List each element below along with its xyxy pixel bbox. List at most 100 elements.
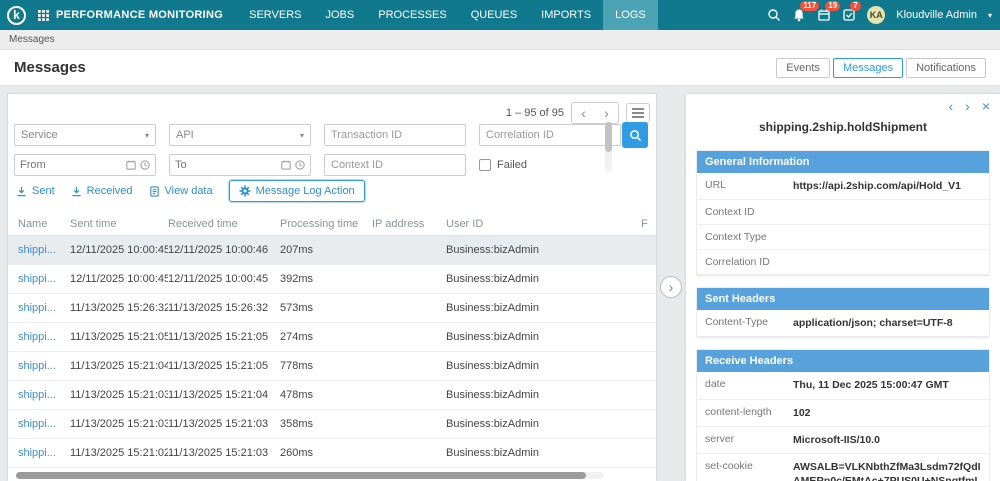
message-log-action-label: Message Log Action bbox=[255, 185, 355, 197]
column-header-sent-time[interactable]: Sent time bbox=[70, 218, 168, 230]
table-row[interactable]: shippi... 11/13/2025 15:21:03 11/13/2025 1… bbox=[8, 381, 656, 410]
tasks-icon[interactable]: 7 bbox=[842, 1, 861, 22]
received-time-cell: 11/13/2025 15:21:04 bbox=[168, 389, 269, 401]
table-row[interactable]: shippi... 11/13/2025 15:21:05 11/13/2025 1… bbox=[8, 323, 656, 352]
message-name-link[interactable]: shippi... bbox=[18, 331, 56, 343]
table-row[interactable]: shippi... 11/13/2025 15:21:02 11/13/2025 1… bbox=[8, 439, 656, 468]
user-menu-chevron-down-icon[interactable]: ▾ bbox=[988, 11, 992, 20]
view-data-label: View data bbox=[164, 185, 213, 197]
horizontal-scrollbar[interactable] bbox=[16, 472, 604, 479]
nav-item-imports[interactable]: IMPORTS bbox=[529, 0, 603, 30]
pagination-range: 1 – 95 of 95 bbox=[505, 107, 564, 119]
detail-title: shipping.2ship.holdShipment bbox=[759, 120, 927, 134]
table-row[interactable]: shippi... 12/11/2025 10:00:45 12/11/2025 1… bbox=[8, 236, 656, 265]
notifications-bell-icon[interactable]: 117 bbox=[792, 1, 820, 22]
column-header-processing-time[interactable]: Processing time bbox=[280, 218, 372, 230]
calendar-icon[interactable]: 19 bbox=[817, 1, 841, 22]
user-id-cell: Business:bizAdmin bbox=[446, 273, 539, 285]
sent-time-cell: 12/11/2025 10:00:45 bbox=[70, 273, 168, 285]
processing-time-cell: 392ms bbox=[280, 273, 314, 285]
breadcrumb[interactable]: Messages bbox=[9, 34, 55, 45]
search-icon[interactable] bbox=[767, 8, 781, 22]
field-row: Content-Type application/json; charset=UT… bbox=[697, 310, 989, 337]
message-log-action-button[interactable]: Message Log Action bbox=[228, 180, 365, 202]
nav-menu: SERVERS JOBS PROCESSES QUEUES IMPORTS LOGS bbox=[237, 0, 658, 30]
user-name[interactable]: Kloudville Admin bbox=[896, 9, 977, 21]
failed-checkbox[interactable] bbox=[479, 159, 491, 171]
sent-time-cell: 12/11/2025 10:00:45 bbox=[70, 244, 168, 256]
message-name-link[interactable]: shippi... bbox=[18, 302, 56, 314]
field-value: application/json; charset=UTF-8 bbox=[793, 317, 953, 330]
received-download-button[interactable]: Received bbox=[71, 185, 133, 197]
tab-events[interactable]: Events bbox=[776, 57, 830, 78]
collapse-detail-button[interactable]: › bbox=[660, 276, 682, 298]
sent-download-button[interactable]: Sent bbox=[16, 185, 55, 197]
search-button[interactable] bbox=[622, 122, 648, 148]
name-cell: shippi... bbox=[18, 244, 70, 256]
received-label: Received bbox=[86, 185, 133, 197]
table-row[interactable]: shippi... 12/11/2025 10:00:45 12/11/2025 1… bbox=[8, 265, 656, 294]
from-date-input[interactable] bbox=[20, 159, 122, 171]
nav-item-queues[interactable]: QUEUES bbox=[459, 0, 529, 30]
to-date-input[interactable] bbox=[175, 159, 277, 171]
pagination: 1 – 95 of 95 ‹ › bbox=[506, 102, 650, 124]
processing-time-cell: 207ms bbox=[280, 244, 314, 256]
detail-next-button[interactable]: › bbox=[965, 99, 970, 113]
message-name-link[interactable]: shippi... bbox=[18, 244, 56, 256]
to-date-field[interactable] bbox=[169, 154, 311, 176]
tab-messages[interactable]: Messages bbox=[832, 57, 904, 78]
column-header-ip-address[interactable]: IP address bbox=[372, 218, 446, 230]
list-toolbar: Sent Received View data Message Log Acti… bbox=[16, 180, 365, 202]
name-cell: shippi... bbox=[18, 447, 70, 459]
service-select[interactable]: Service ▾ bbox=[14, 124, 156, 146]
detail-close-icon[interactable]: × bbox=[982, 99, 990, 113]
nav-item-processes[interactable]: PROCESSES bbox=[366, 0, 458, 30]
message-name-link[interactable]: shippi... bbox=[18, 360, 56, 372]
scrollbar-thumb[interactable] bbox=[16, 472, 587, 479]
nav-item-logs[interactable]: LOGS bbox=[603, 0, 658, 30]
detail-prev-button[interactable]: ‹ bbox=[948, 99, 953, 113]
view-data-button[interactable]: View data bbox=[149, 185, 213, 197]
list-menu-button[interactable] bbox=[626, 103, 650, 123]
app-logo[interactable]: k bbox=[7, 5, 26, 25]
failed-checkbox-label: Failed bbox=[497, 159, 527, 171]
message-name-link[interactable]: shippi... bbox=[18, 389, 56, 401]
clock-icon bbox=[295, 160, 305, 170]
prev-page-button[interactable]: ‹ bbox=[572, 103, 595, 123]
user-id-cell: Business:bizAdmin bbox=[446, 244, 539, 256]
field-row: server Microsoft-IIS/10.0 bbox=[697, 426, 989, 454]
message-name-link[interactable]: shippi... bbox=[18, 418, 56, 430]
column-header-received-time[interactable]: Received time bbox=[168, 218, 280, 230]
table-row[interactable]: shippi... 11/13/2025 15:21:03 11/13/2025 1… bbox=[8, 410, 656, 439]
nav-item-jobs[interactable]: JOBS bbox=[314, 0, 367, 30]
next-page-button[interactable]: › bbox=[595, 103, 618, 123]
context-id-input[interactable] bbox=[324, 154, 466, 176]
nav-item-servers[interactable]: SERVERS bbox=[237, 0, 313, 30]
message-name-link[interactable]: shippi... bbox=[18, 447, 56, 459]
column-header-user-id[interactable]: User ID bbox=[446, 218, 641, 230]
processing-time-cell: 573ms bbox=[280, 302, 314, 314]
name-cell: shippi... bbox=[18, 273, 70, 285]
transaction-id-input[interactable] bbox=[324, 124, 466, 146]
table-row[interactable]: shippi... 11/13/2025 15:26:32 11/13/2025 1… bbox=[8, 294, 656, 323]
sent-time-cell: 11/13/2025 15:21:05 bbox=[70, 331, 168, 343]
user-id-cell: Business:bizAdmin bbox=[446, 331, 539, 343]
scrollbar-thumb[interactable] bbox=[605, 122, 612, 152]
sent-time-cell: 11/13/2025 15:21:03 bbox=[70, 389, 168, 401]
received-time-cell: 11/13/2025 15:21:03 bbox=[168, 418, 269, 430]
user-id-cell: Business:bizAdmin bbox=[446, 447, 539, 459]
table-row[interactable]: shippi... 11/13/2025 15:21:04 11/13/2025 1… bbox=[8, 352, 656, 381]
search-icon bbox=[629, 129, 641, 141]
detail-sections: General Information URL https://api.2ship.… bbox=[696, 150, 990, 481]
message-name-link[interactable]: shippi... bbox=[18, 273, 56, 285]
column-header-f[interactable]: F bbox=[641, 218, 656, 230]
correlation-id-input[interactable] bbox=[479, 124, 621, 146]
sent-time-cell: 11/13/2025 15:21:03 bbox=[70, 418, 168, 430]
apps-grid-icon[interactable] bbox=[38, 9, 49, 21]
column-header-name[interactable]: Name bbox=[18, 218, 70, 230]
from-date-field[interactable] bbox=[14, 154, 156, 176]
api-select[interactable]: API ▾ bbox=[169, 124, 311, 146]
tab-notifications[interactable]: Notifications bbox=[906, 57, 986, 78]
user-avatar[interactable]: KA bbox=[867, 6, 886, 24]
filters-vertical-scrollbar[interactable] bbox=[605, 122, 612, 172]
